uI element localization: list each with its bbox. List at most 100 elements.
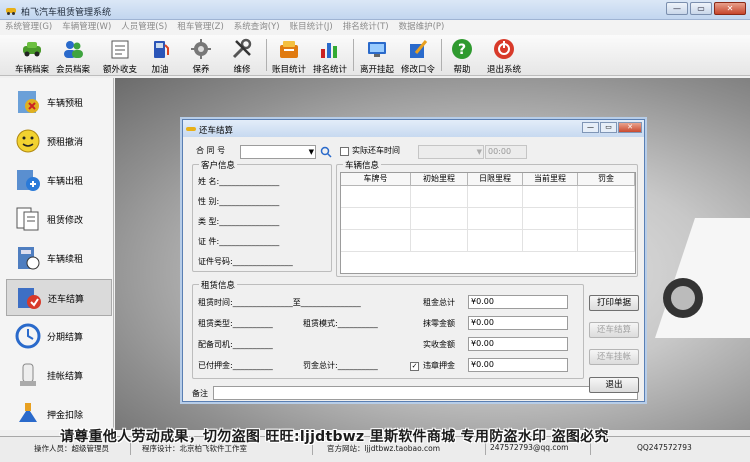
toolbar-member-file-button[interactable]: 会员档案 — [53, 37, 93, 75]
return-time-field[interactable]: 00:00 — [485, 145, 527, 159]
dialog-maximize-button[interactable]: ▭ — [600, 122, 617, 133]
installment-icon — [15, 323, 41, 349]
toolbar-fuel-button[interactable]: 加油 — [140, 37, 180, 75]
dialog-minimize-button[interactable]: — — [582, 122, 599, 133]
sidebar-item-cancel-reserve[interactable]: 预租撤消 — [6, 123, 112, 160]
column-header-fine[interactable]: 罚金 — [578, 173, 635, 186]
title-bar: 柏飞汽车租赁管理系统 — ▭ ✕ — [0, 0, 750, 20]
sidebar-item-on-account[interactable]: 挂帐结算 — [6, 357, 112, 394]
fuel-icon — [154, 41, 169, 58]
rent-total-input[interactable]: ¥0.00 — [468, 295, 568, 309]
menu-maintenance[interactable]: 数据维护(P) — [394, 20, 450, 35]
toolbar-repair-button[interactable]: 维修 — [222, 37, 262, 75]
return-settle-icon — [18, 288, 41, 309]
grid-cell — [468, 208, 523, 230]
toolbar-car-file-button[interactable]: 车辆档案 — [12, 37, 52, 75]
sidebar-item-installment[interactable]: 分期结算 — [6, 318, 112, 355]
customer-type-field: 类 型:_______________ — [198, 217, 280, 226]
renew-rent-icon — [18, 247, 40, 270]
rental-info-group: 租赁信息 租赁时间:_______________至______________… — [192, 279, 584, 379]
customer-name-field: 姓 名:_______________ — [198, 177, 280, 186]
return-pending-button[interactable]: 还车挂帐 — [589, 349, 639, 365]
toolbar-password-button[interactable]: 修改口令 — [398, 37, 438, 75]
grid-cell — [523, 186, 578, 208]
menu-accounts[interactable]: 账目统计(J) — [285, 20, 338, 35]
toolbar: 车辆档案 会员档案 额外收支 加油 保养 维修 账目统计 排名统计 离开挂起 修… — [0, 35, 750, 76]
dialog-close-button[interactable]: ✕ — [618, 122, 642, 133]
customer-id-number-field: 证件号码:_______________ — [198, 257, 293, 266]
cancel-reserve-icon — [16, 129, 40, 153]
actual-return-checkbox[interactable] — [340, 147, 349, 156]
maintenance-icon — [191, 39, 211, 59]
window-title: 柏飞汽车租赁管理系统 — [21, 8, 112, 18]
grid-cell — [411, 230, 468, 252]
password-edit-icon — [410, 40, 428, 58]
on-account-icon — [20, 363, 36, 386]
grid-cell — [468, 230, 523, 252]
grid-cell — [411, 208, 468, 230]
customer-info-group: 客户信息 姓 名:_______________ 性 别:___________… — [192, 159, 332, 272]
maximize-button[interactable]: ▭ — [690, 2, 712, 15]
car-wheel-image — [655, 218, 750, 338]
rounding-input[interactable]: ¥0.00 — [468, 316, 568, 330]
column-header-daily-limit[interactable]: 日限里程 — [468, 173, 523, 186]
remark-label: 备注 — [192, 389, 208, 398]
close-button[interactable]: ✕ — [714, 2, 746, 15]
dialog-exit-button[interactable]: 退出 — [589, 377, 639, 393]
menu-ranking[interactable]: 排名统计(T) — [338, 20, 394, 35]
toolbar-help-button[interactable]: ? 帮助 — [442, 37, 482, 75]
toolbar-account-stats-button[interactable]: 账目统计 — [269, 37, 309, 75]
remark-input[interactable] — [213, 386, 638, 400]
received-amount-input[interactable]: ¥0.00 — [468, 337, 568, 351]
rent-total-label: 租金总计 — [423, 298, 455, 307]
sidebar-item-car-rent-out[interactable]: 车辆出租 — [6, 162, 112, 199]
toolbar-extra-income-button[interactable]: 额外收支 — [100, 37, 140, 75]
grid-cell — [523, 208, 578, 230]
column-header-initial-mileage[interactable]: 初始里程 — [411, 173, 468, 186]
contract-number-combo[interactable]: ▼ — [240, 145, 316, 159]
return-time-value: 00:00 — [488, 147, 512, 156]
violation-deposit-label: 违章押金 — [423, 361, 455, 370]
column-header-plate[interactable]: 车牌号 — [341, 173, 411, 186]
search-icon[interactable] — [320, 146, 332, 158]
menu-personnel[interactable]: 人员管理(S) — [116, 20, 172, 35]
menu-system[interactable]: 系统管理(G) — [0, 20, 57, 35]
grid-cell — [411, 186, 468, 208]
toolbar-ranking-button[interactable]: 排名统计 — [310, 37, 350, 75]
return-settle-button[interactable]: 还车结算 — [589, 322, 639, 338]
extra-income-icon — [111, 40, 129, 59]
customer-gender-field: 性 别:_______________ — [198, 197, 280, 206]
chevron-down-icon: ▼ — [476, 148, 482, 156]
account-stats-icon — [280, 41, 298, 58]
toolbar-suspend-button[interactable]: 离开挂起 — [357, 37, 397, 75]
toolbar-maintenance-button[interactable]: 保养 — [181, 37, 221, 75]
toolbar-exit-button[interactable]: 退出系统 — [484, 37, 524, 75]
menu-vehicle[interactable]: 车辆管理(W) — [57, 20, 116, 35]
sidebar-item-rent-edit[interactable]: 租赁修改 — [6, 201, 112, 238]
dialog-title: 还车结算 — [199, 126, 234, 136]
rental-info-legend: 租赁信息 — [199, 279, 238, 291]
sidebar-item-car-reserve[interactable]: 车辆预租 — [6, 84, 112, 121]
vehicle-grid[interactable]: 车牌号 初始里程 日限里程 当前里程 罚金 — [340, 172, 636, 274]
grid-cell — [578, 230, 635, 252]
return-date-picker[interactable]: ▼ — [418, 145, 484, 159]
menu-rental[interactable]: 租车管理(Z) — [172, 20, 228, 35]
menu-query[interactable]: 系统查询(Y) — [229, 20, 285, 35]
grid-cell — [578, 208, 635, 230]
toolbar-separator — [266, 39, 267, 71]
sidebar-item-return-settle[interactable]: 还车结算 — [6, 279, 112, 316]
actual-return-label: 实际还车时间 — [352, 146, 400, 155]
dialog-title-bar[interactable]: 还车结算 — ▭ ✕ — [183, 120, 644, 137]
sidebar-item-renew-rent[interactable]: 车辆续租 — [6, 240, 112, 277]
minimize-button[interactable]: — — [666, 2, 688, 15]
ranking-chart-icon — [321, 43, 337, 58]
print-receipt-button[interactable]: 打印单据 — [589, 295, 639, 311]
anti-theft-watermark: 请尊重他人劳动成果，切勿盗图 旺旺:ljjdtbwz 里斯软件商城 专用防盗水印… — [60, 429, 609, 445]
customer-id-doc-field: 证 件:_______________ — [198, 237, 280, 246]
violation-deposit-input[interactable]: ¥0.00 — [468, 358, 568, 372]
svg-text:?: ? — [458, 42, 466, 58]
grid-cell — [468, 186, 523, 208]
car-reserve-icon — [18, 91, 39, 113]
column-header-current-mileage[interactable]: 当前里程 — [523, 173, 578, 186]
violation-deposit-checkbox[interactable]: ✓ — [410, 362, 419, 371]
